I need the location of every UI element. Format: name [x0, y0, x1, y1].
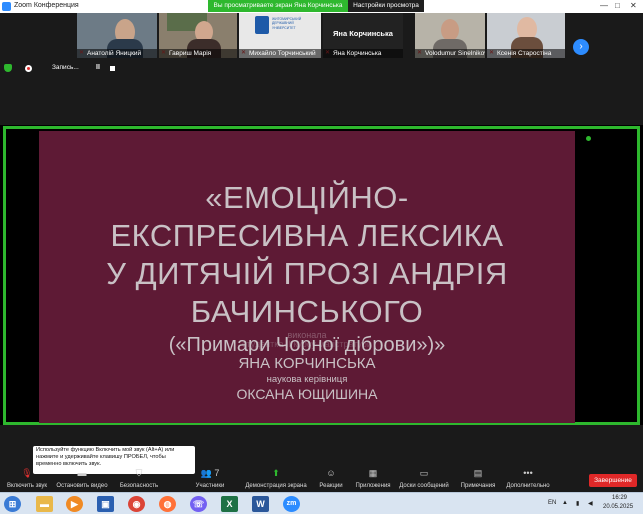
- window-title: Zoom Конференция: [14, 2, 79, 9]
- share-screen-icon: ⬆: [272, 468, 280, 478]
- language-indicator[interactable]: EN: [548, 500, 556, 506]
- shared-screen: «ЕМОЦІЙНО- ЕКСПРЕСИВНА ЛЕКСИКА У ДИТЯЧІЙ…: [3, 126, 640, 425]
- participant-tile[interactable]: ✕ Гавриш Марія: [159, 13, 237, 58]
- apps-button[interactable]: ▦ Приложения: [352, 468, 394, 492]
- participant-name: Гавриш Марія: [159, 49, 237, 58]
- notes-button[interactable]: ▤ Примечания: [456, 468, 500, 492]
- slide-title-line: «ЕМОЦІЙНО-: [205, 180, 409, 215]
- clock-date[interactable]: 20.05.2025: [603, 504, 633, 510]
- recording-label: Запись...: [52, 64, 79, 71]
- share-status-dot: [586, 136, 591, 141]
- presentation-slide: «ЕМОЦІЙНО- ЕКСПРЕСИВНА ЛЕКСИКА У ДИТЯЧІЙ…: [39, 131, 575, 423]
- reactions-button[interactable]: ☺ Реакции: [313, 468, 349, 492]
- shield-icon: ⛉: [135, 468, 143, 478]
- windows-taskbar: ⊞ ▬ ▶ ▣ ◉ ◍ ☏ X W zm EN ▲ ▮ ◀ 16:29 20.0…: [0, 492, 643, 514]
- muted-mic-icon: 🎙: [21, 468, 33, 478]
- notes-icon: ▤: [473, 468, 483, 478]
- participant-name: Анатолій Яницкий: [77, 49, 157, 58]
- slide-supervisor-label: наукова керівниця: [266, 374, 348, 385]
- participant-name: Яна Корчинська: [323, 49, 403, 58]
- more-button[interactable]: ••• Дополнительно: [503, 468, 553, 492]
- video-camera-icon: ▬: [77, 468, 87, 478]
- slide-title-line: ЕКСПРЕСИВНА ЛЕКСИКА: [110, 218, 504, 253]
- slide-book-title: («Примари Чорної діброви»)»: [168, 334, 446, 356]
- firefox-taskbar-icon[interactable]: ◍: [159, 496, 176, 512]
- share-screen-button[interactable]: ⬆ Демонстрация экрана: [244, 468, 308, 492]
- apps-icon: ▦: [368, 468, 378, 478]
- more-dots-icon: •••: [523, 468, 533, 478]
- chrome-taskbar-icon[interactable]: ◉: [128, 496, 145, 512]
- participants-count: 7: [214, 468, 220, 478]
- pause-recording-button[interactable]: II: [96, 64, 100, 71]
- university-logo-icon: [255, 16, 269, 34]
- maximize-button[interactable]: □: [615, 1, 620, 10]
- share-banner: Вы просматриваете экран Яна Корчинська: [208, 0, 348, 12]
- participant-name: Михайло Торчинський: [239, 49, 321, 58]
- slide-title: «ЕМОЦІЙНО- ЕКСПРЕСИВНА ЛЕКСИКА У ДИТЯЧІЙ…: [39, 179, 575, 331]
- whiteboard-icon: ▭: [419, 468, 429, 478]
- participant-tile[interactable]: ЖИТОМИРСЬКИЙ ДЕРЖАВНИЙ УНІВЕРСИТЕТ ✕ Мих…: [239, 13, 321, 58]
- participant-name: Volodumur Sinelnikov: [415, 49, 485, 58]
- participants-icon: 👥 7: [200, 468, 220, 478]
- next-page-button[interactable]: ›: [573, 39, 589, 55]
- file-manager-taskbar-icon[interactable]: ▣: [97, 496, 114, 512]
- participant-video: [441, 19, 459, 41]
- excel-taskbar-icon[interactable]: X: [221, 496, 238, 512]
- media-player-taskbar-icon[interactable]: ▶: [66, 496, 83, 512]
- participant-name: Ксенія Старостіна: [487, 49, 565, 58]
- chevron-right-icon: ›: [579, 41, 583, 52]
- zoom-taskbar-icon[interactable]: zm: [283, 496, 300, 512]
- volume-icon[interactable]: ◀: [588, 500, 593, 507]
- viber-taskbar-icon[interactable]: ☏: [190, 496, 207, 512]
- network-icon[interactable]: ▮: [576, 500, 579, 507]
- stop-recording-button[interactable]: [110, 66, 115, 71]
- recording-icon: [25, 65, 32, 72]
- slide-title-line: БАЧИНСЬКОГО: [190, 294, 424, 329]
- start-button[interactable]: ⊞: [4, 496, 21, 512]
- explorer-taskbar-icon[interactable]: ▬: [36, 496, 53, 512]
- clock-time[interactable]: 16:29: [612, 495, 627, 501]
- tray-arrow-icon[interactable]: ▲: [562, 500, 568, 506]
- participants-button[interactable]: 👥 7 Участники: [190, 468, 230, 492]
- participant-tile[interactable]: ✕ Анатолій Яницкий: [77, 13, 157, 58]
- end-meeting-button[interactable]: Завершение: [589, 474, 637, 487]
- stop-video-button[interactable]: ▬ Остановить видео: [54, 468, 110, 492]
- reactions-icon: ☺: [326, 468, 336, 478]
- word-taskbar-icon[interactable]: W: [252, 496, 269, 512]
- security-shield-icon: [4, 64, 12, 72]
- participant-big-name: Яна Корчинська: [333, 29, 393, 38]
- participant-tile[interactable]: ✕ Ксенія Старостіна: [487, 13, 565, 58]
- zoom-app-icon: [2, 2, 11, 11]
- whiteboards-button[interactable]: ▭ Доски сообщений: [396, 468, 452, 492]
- slide-author: ЯНА КОРЧИНСЬКА: [238, 355, 376, 372]
- slide-title-line: У ДИТЯЧІЙ ПРОЗІ АНДРІЯ: [106, 256, 508, 291]
- view-options-button[interactable]: Настройки просмотра: [348, 0, 424, 12]
- minimize-button[interactable]: —: [600, 1, 608, 10]
- slide-supervisor: ОКСАНА ЮЩИШИНА: [236, 386, 378, 402]
- participant-tile[interactable]: Яна Корчинська ✕ Яна Корчинська: [323, 13, 403, 58]
- close-button[interactable]: ✕: [630, 1, 637, 10]
- university-logo-text: ЖИТОМИРСЬКИЙ ДЕРЖАВНИЙ УНІВЕРСИТЕТ: [272, 17, 302, 30]
- participant-tile[interactable]: ✕ Volodumur Sinelnikov: [415, 13, 485, 58]
- security-button[interactable]: ⛉ Безопасность: [115, 468, 163, 492]
- unmute-button[interactable]: 🎙 Включить звук: [2, 468, 52, 492]
